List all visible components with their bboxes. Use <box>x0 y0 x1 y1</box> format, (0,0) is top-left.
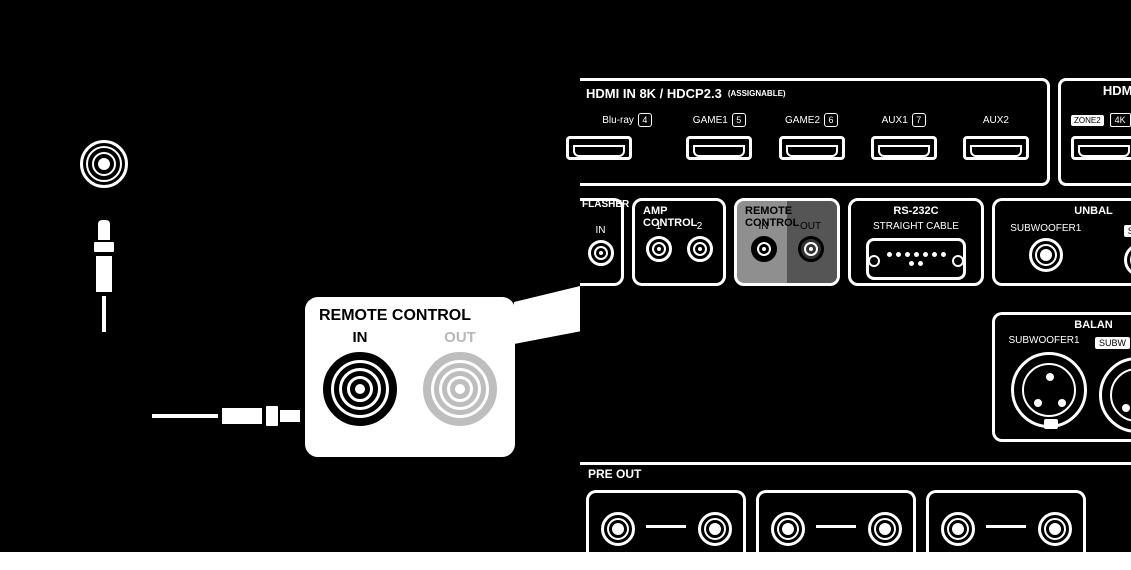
subwoofer2-jack <box>1124 243 1131 277</box>
callout-out-jack <box>423 352 497 426</box>
preout-label: PRE OUT <box>588 467 641 481</box>
hdmi-label: AUX2 <box>983 115 1009 126</box>
flasher-in-label: IN <box>586 225 615 236</box>
remote-jack-icon <box>80 140 128 188</box>
unbal-title: UNBAL <box>1074 205 1113 217</box>
preout-header: PRE OUT <box>580 462 1131 484</box>
rs232-sub: STRAIGHT CABLE <box>851 221 981 232</box>
rs232-port-icon <box>866 238 966 280</box>
hdmi-label: AUX1 <box>882 115 908 126</box>
hdmi-output-row: ZONE2 4K <box>1058 106 1131 186</box>
callout-in-label: IN <box>319 329 401 346</box>
preout-jack <box>601 512 635 546</box>
flasher-title: FLASHER <box>582 199 629 210</box>
plug-into-jack-icon <box>150 400 305 432</box>
balanced-section: BALAN SUBWOOFER1 SUBW <box>992 312 1131 442</box>
remote-in-jack <box>751 236 777 262</box>
amp-jack-2 <box>687 236 713 262</box>
bal-sw1-label: SUBWOOFER1 <box>1001 335 1087 346</box>
unbal-sw1-label: SUBWOOFER1 <box>1001 223 1091 234</box>
hdmi-game1: GAME1 5 <box>678 112 760 177</box>
jack-link-icon <box>986 525 1026 528</box>
amp-control-section: AMP CONTROL 1 2 <box>632 198 726 286</box>
remote-out-jack <box>798 236 824 262</box>
preout-jack <box>941 512 975 546</box>
callout-out-label: OUT <box>419 329 501 346</box>
zone2-chip: ZONE2 <box>1071 115 1104 126</box>
preout-section <box>756 490 916 560</box>
unbal-sw2-label: SUBW <box>1124 225 1131 237</box>
hdmi-out-label: HDMI <box>1103 83 1131 98</box>
hdmi-port-icon <box>963 136 1029 160</box>
remote-in-label: IN <box>743 221 784 232</box>
preout-section <box>926 490 1086 560</box>
remote-out-label: OUT <box>790 221 831 232</box>
preout-jack <box>1038 512 1072 546</box>
hdmi-port-icon <box>779 136 845 160</box>
hdmi-num: 5 <box>732 113 746 127</box>
hdmi-num: 4 <box>638 113 652 127</box>
hdmi-num: 6 <box>824 113 838 127</box>
hdmi-in-label: HDMI IN 8K / HDCP2.3 <box>586 86 722 101</box>
hdmi-in-header: HDMI IN 8K / HDCP2.3 (ASSIGNABLE) <box>580 78 1050 106</box>
jack-link-icon <box>646 525 686 528</box>
jack-link-icon <box>816 525 856 528</box>
remote-control-callout: REMOTE CONTROL IN OUT <box>300 292 520 462</box>
flasher-jack <box>588 240 614 266</box>
hdmi-num: 7 <box>912 113 926 127</box>
amp-2-label: 2 <box>682 221 717 232</box>
hdmi-label: GAME2 <box>785 115 820 126</box>
preout-jack <box>868 512 902 546</box>
rear-panel: HDMI IN 8K / HDCP2.3 (ASSIGNABLE) HDMI B… <box>580 0 1131 552</box>
amp-jack-1 <box>646 236 672 262</box>
hdmi-label: GAME1 <box>693 115 728 126</box>
hdmi-port-icon <box>871 136 937 160</box>
unbalanced-section: UNBAL SUBWOOFER1 SUBW <box>992 198 1131 286</box>
preout-jack <box>771 512 805 546</box>
amp-1-label: 1 <box>641 221 676 232</box>
hdmi-out-header: HDMI <box>1058 78 1131 106</box>
assignable-label: (ASSIGNABLE) <box>728 89 786 98</box>
hdmi-aux2: AUX2 <box>955 112 1037 177</box>
fourk-chip: 4K <box>1110 113 1131 127</box>
hdmi-game2: GAME2 6 <box>770 112 852 177</box>
preout-row <box>580 490 1131 570</box>
rs232-title: RS-232C <box>893 205 938 217</box>
preout-jack <box>698 512 732 546</box>
hdmi-port-icon <box>686 136 752 160</box>
mono-plug-icon <box>86 220 122 320</box>
bal-sw2-label: SUBW <box>1095 337 1130 349</box>
subwoofer1-jack <box>1029 238 1063 272</box>
hdmi-port-icon <box>1071 136 1131 160</box>
callout-in-jack <box>323 352 397 426</box>
preout-section <box>586 490 746 560</box>
hdmi-bluray: Blu-ray 4 <box>586 112 668 177</box>
bal-title: BALAN <box>1074 319 1113 331</box>
remote-control-section: REMOTE CONTROL IN OUT <box>734 198 840 286</box>
rs232-section: RS-232C STRAIGHT CABLE <box>848 198 984 286</box>
hdmi-label: Blu-ray <box>602 115 634 126</box>
hdmi-port-icon <box>566 136 632 160</box>
xlr-jack-1 <box>1011 352 1087 428</box>
hdmi-input-row: Blu-ray 4 GAME1 5 GAME2 6 AUX1 7 AUX2 <box>580 106 1050 186</box>
xlr-jack-2 <box>1099 357 1131 433</box>
callout-title: REMOTE CONTROL <box>319 307 501 325</box>
hdmi-aux1: AUX1 7 <box>863 112 945 177</box>
left-illustration-area: REMOTE CONTROL IN OUT <box>0 0 580 552</box>
flasher-section: FLASHER IN <box>580 198 624 286</box>
